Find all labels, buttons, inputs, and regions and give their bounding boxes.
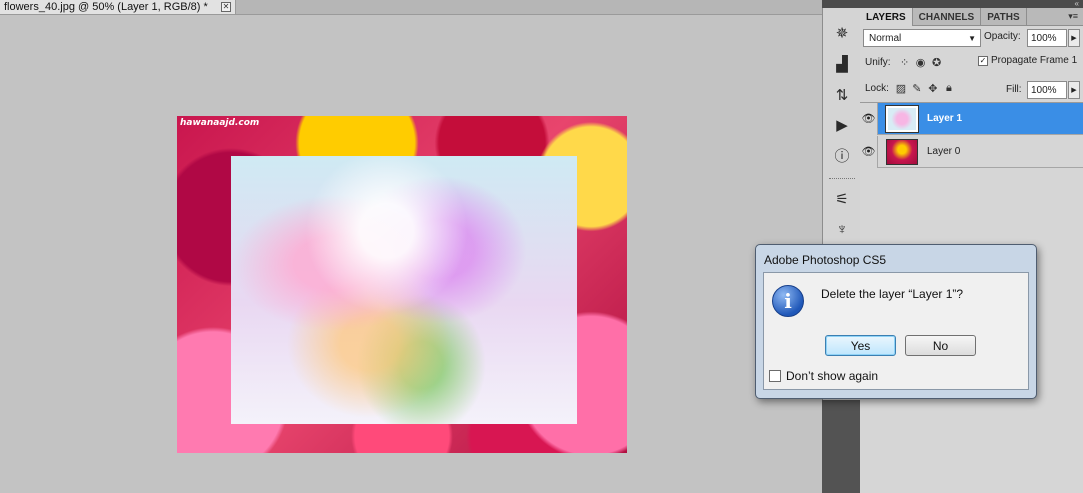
actions-icon[interactable]: ⇅ (831, 84, 853, 106)
brush-presets-icon[interactable]: ⚟ (831, 188, 853, 210)
document-tab-title: flowers_40.jpg @ 50% (Layer 1, RGB/8) * (4, 1, 208, 13)
eye-icon[interactable]: 👁︎ (860, 135, 878, 168)
image-watermark: hawanaajd.com (180, 118, 260, 128)
lock-transparent-icon[interactable]: ▨ (893, 82, 909, 95)
navigator-icon[interactable]: ✵ (831, 22, 853, 44)
histogram-icon[interactable]: ▟ (831, 53, 853, 75)
panel-header[interactable]: « (860, 0, 1083, 8)
lock-row: Lock: ▨ ✎ ✥ 🔒︎ (865, 82, 957, 95)
yes-button[interactable]: Yes (825, 335, 896, 356)
tab-paths[interactable]: PATHS (981, 8, 1027, 26)
document-tab[interactable]: flowers_40.jpg @ 50% (Layer 1, RGB/8) * … (0, 0, 236, 15)
layer-row-layer-0[interactable]: 👁︎ Layer 0 (860, 135, 1083, 168)
propagate-checkbox[interactable]: ✓ (978, 55, 988, 66)
propagate-label: Propagate Frame 1 (991, 55, 1078, 66)
layer-row-layer-1[interactable]: 👁︎ Layer 1 (860, 102, 1083, 135)
no-button[interactable]: No (905, 335, 976, 356)
opacity-stepper-icon[interactable]: ▶ (1068, 29, 1080, 47)
lock-label: Lock: (865, 83, 889, 94)
dont-show-label: Don’t show again (786, 369, 879, 383)
collapse-icon[interactable]: « (1075, 0, 1079, 8)
lock-position-icon[interactable]: ✥ (925, 82, 941, 95)
dock-header (822, 0, 860, 8)
fill-stepper-icon[interactable]: ▶ (1068, 81, 1080, 99)
lock-all-icon[interactable]: 🔒︎ (941, 82, 957, 95)
unify-style-icon[interactable]: ✪ (929, 56, 945, 69)
document-image[interactable]: hawanaajd.com (177, 116, 627, 453)
close-icon[interactable]: ✕ (221, 2, 231, 12)
layer-0-name[interactable]: Layer 0 (927, 146, 960, 157)
panel-menu-icon[interactable]: ▾≡ (1068, 8, 1083, 25)
blend-mode-select[interactable]: Normal ▼ (863, 29, 981, 47)
panel-tabs: LAYERS CHANNELS PATHS ▾≡ (860, 8, 1083, 26)
chevron-down-icon: ▼ (968, 33, 976, 43)
dialog-message: Delete the layer “Layer 1”? (821, 287, 964, 301)
unify-label: Unify: (865, 57, 891, 68)
clone-source-icon[interactable]: ♆ (831, 218, 853, 240)
opacity-field[interactable]: 100% (1027, 29, 1067, 47)
fill-field[interactable]: 100% (1027, 81, 1067, 99)
dock-grip[interactable] (829, 178, 855, 181)
tab-channels[interactable]: CHANNELS (913, 8, 982, 26)
dialog-body: i Delete the layer “Layer 1”? Yes No Don… (763, 272, 1029, 390)
eye-icon[interactable]: 👁︎ (860, 102, 878, 135)
delete-layer-dialog: Adobe Photoshop CS5 i Delete the layer “… (755, 244, 1037, 399)
layer-0-thumbnail (886, 138, 918, 165)
info-icon[interactable]: ⓘ (831, 144, 853, 166)
layer-1-thumbnail (885, 104, 919, 133)
tab-layers[interactable]: LAYERS (860, 8, 913, 26)
propagate-frame-checkbox[interactable]: ✓ Propagate Frame 1 (978, 55, 1077, 66)
unify-position-icon[interactable]: ⁘ (897, 56, 913, 69)
dock-shadow (822, 400, 860, 493)
dont-show-again-checkbox[interactable]: Don’t show again (769, 369, 878, 383)
unify-row: Unify: ⁘ ◉ ✪ (865, 56, 945, 69)
lock-image-icon[interactable]: ✎ (909, 82, 925, 95)
opacity-label: Opacity: (984, 31, 1021, 42)
info-icon: i (772, 285, 804, 317)
blend-mode-value: Normal (869, 32, 902, 44)
tab-strip (236, 0, 822, 15)
fill-label: Fill: (1006, 84, 1022, 95)
layer-1-name[interactable]: Layer 1 (927, 113, 962, 124)
layer-1-artwork (231, 156, 577, 424)
play-icon[interactable]: ▶ (831, 114, 853, 136)
dialog-title: Adobe Photoshop CS5 (764, 253, 887, 267)
canvas-area[interactable]: hawanaajd.com (0, 15, 822, 493)
unify-visibility-icon[interactable]: ◉ (913, 56, 929, 69)
dont-show-checkbox[interactable] (769, 370, 781, 382)
